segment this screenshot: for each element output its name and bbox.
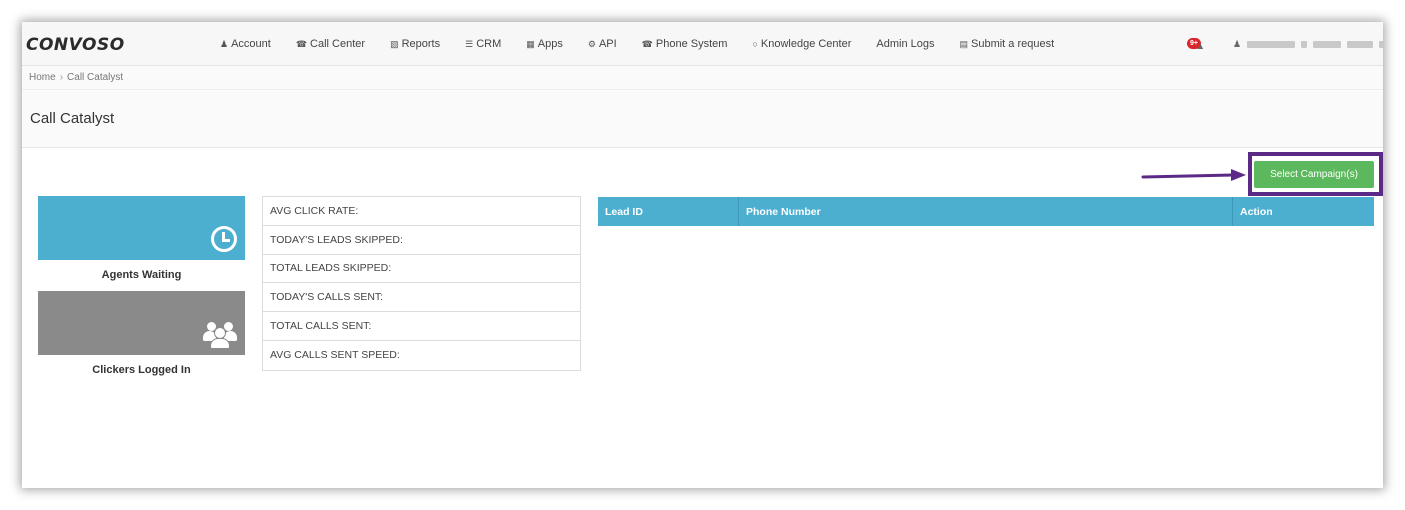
nav-crm[interactable]: ☰ CRM: [465, 38, 501, 50]
top-navbar: CONVOSO ♟ Account ☎ Call Center ▧ Reports ☰…: [22, 22, 1383, 66]
nav-admin-logs[interactable]: Admin Logs: [876, 38, 934, 50]
phone-icon: ☎: [295, 38, 308, 49]
grid-icon: ▦: [526, 38, 535, 49]
user-icon: ♟: [220, 38, 229, 49]
page-header: Call Catalyst: [22, 91, 1383, 148]
breadcrumb-home[interactable]: Home: [29, 72, 56, 83]
bell-icon: ▲: [1196, 41, 1205, 51]
nav-label: Submit a request: [971, 38, 1055, 50]
nav-label: Call Center: [310, 38, 366, 50]
nav-label: Knowledge Center: [760, 38, 852, 50]
nav-label: CRM: [476, 38, 502, 50]
nav-label: Reports: [401, 38, 441, 50]
breadcrumb-separator-icon: ›: [59, 72, 64, 83]
nav-submit-request[interactable]: ▤ Submit a request: [959, 38, 1054, 50]
nav-label: Admin Logs: [876, 38, 935, 50]
nav-account[interactable]: ♟ Account: [220, 38, 271, 50]
redacted-username: [1347, 41, 1374, 48]
redacted-username: [1379, 41, 1383, 48]
stats-panel: AVG CLICK RATE: TODAY'S LEADS SKIPPED: T…: [262, 196, 581, 371]
users-icon: [203, 319, 237, 349]
gear-icon: ⚙: [587, 38, 596, 49]
nav-apps[interactable]: ▦ Apps: [526, 38, 563, 50]
nav-label: Apps: [537, 38, 563, 50]
select-campaigns-button[interactable]: Select Campaign(s): [1254, 161, 1374, 188]
user-icon: ♟: [1233, 39, 1242, 49]
stat-avg-click-rate: AVG CLICK RATE:: [263, 197, 580, 226]
phone-icon: ☎: [641, 38, 653, 49]
nav-label: Phone System: [655, 38, 728, 50]
redacted-username: [1301, 41, 1308, 48]
arrow-annotation-icon: [1141, 169, 1246, 181]
breadcrumb: Home › Call Catalyst: [22, 66, 1383, 90]
column-header-phone-number[interactable]: Phone Number: [739, 197, 1233, 226]
stat-total-leads-skipped: TOTAL LEADS SKIPPED:: [263, 255, 580, 284]
clickers-logged-in-tile: [38, 291, 245, 355]
stat-avg-calls-sent-speed: AVG CALLS SENT SPEED:: [270, 349, 400, 362]
breadcrumb-current: Call Catalyst: [67, 72, 124, 83]
stat-total-calls-sent: TOTAL CALLS SENT:: [263, 312, 580, 341]
notifications-button[interactable]: 9+ ▲: [1187, 38, 1209, 52]
nav-label: Account: [231, 38, 271, 50]
chat-icon: ▤: [959, 38, 968, 49]
app-window: CONVOSO ♟ Account ☎ Call Center ▧ Reports ☰…: [22, 22, 1383, 488]
redacted-username: [1247, 41, 1296, 48]
redacted-username: [1313, 41, 1342, 48]
nav-reports[interactable]: ▧ Reports: [390, 38, 440, 50]
nav-api[interactable]: ⚙ API: [588, 38, 617, 50]
clock-icon: [211, 226, 237, 252]
column-header-lead-id[interactable]: Lead ID: [598, 197, 739, 226]
agents-waiting-tile: [38, 196, 245, 260]
page-title: Call Catalyst: [30, 110, 115, 127]
leads-table-header: Lead ID Phone Number Action: [598, 197, 1374, 226]
nav-phone-system[interactable]: ☎ Phone System: [642, 38, 728, 50]
nav-label: API: [598, 38, 617, 50]
list-icon: ☰: [465, 38, 474, 49]
nav-call-center[interactable]: ☎ Call Center: [296, 38, 365, 50]
user-menu[interactable]: ♟: [1233, 39, 1383, 50]
agents-waiting-label: Agents Waiting: [101, 269, 182, 281]
nav-knowledge-center[interactable]: ○ Knowledge Center: [752, 38, 851, 50]
logo: CONVOSO: [26, 35, 125, 55]
lightbulb-icon: ○: [752, 39, 758, 49]
column-header-action[interactable]: Action: [1233, 197, 1374, 226]
main-nav: ♟ Account ☎ Call Center ▧ Reports ☰ CRM ▦ App…: [220, 22, 1079, 66]
clickers-logged-in-label: Clickers Logged In: [92, 364, 191, 376]
bar-chart-icon: ▧: [390, 38, 399, 49]
stat-todays-calls-sent: TODAY'S CALLS SENT:: [263, 283, 580, 313]
stat-todays-leads-skipped: TODAY'S LEADS SKIPPED:: [263, 226, 580, 255]
